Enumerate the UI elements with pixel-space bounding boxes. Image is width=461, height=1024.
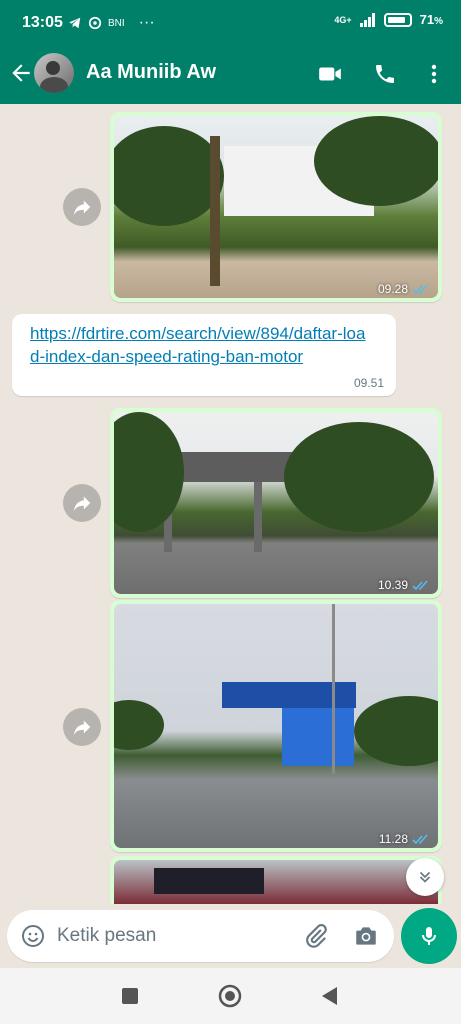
- forward-icon: [73, 720, 91, 736]
- status-time: 13:05: [22, 14, 63, 31]
- message-timestamp: 09.51: [353, 376, 384, 390]
- message-composer: [7, 910, 394, 962]
- message-timestamp: 09.28: [378, 282, 430, 296]
- square-icon: [122, 988, 138, 1004]
- back-button[interactable]: [8, 59, 34, 87]
- scroll-to-bottom-button[interactable]: [406, 858, 444, 896]
- triangle-back-icon: [322, 987, 337, 1005]
- photo-roadside-booth[interactable]: [114, 604, 438, 848]
- read-ticks-icon: [412, 833, 428, 844]
- image-message[interactable]: 10.39: [110, 408, 442, 598]
- network-type: 4G+: [334, 14, 352, 25]
- chat-header: Aa Muniib Aw: [0, 46, 461, 104]
- chevron-double-down-icon: [419, 871, 431, 883]
- camera-button[interactable]: [353, 923, 379, 949]
- voice-message-button[interactable]: [401, 908, 457, 964]
- more-options-button[interactable]: [420, 60, 448, 88]
- telegram-icon: [69, 17, 81, 29]
- attach-button[interactable]: [303, 923, 329, 949]
- battery-icon: [383, 12, 412, 27]
- system-navigation-bar: [0, 968, 461, 1024]
- more-vertical-icon: [431, 64, 437, 84]
- image-message[interactable]: 09.28: [110, 112, 442, 302]
- signal-icon: [359, 12, 375, 27]
- microphone-icon: [422, 927, 436, 945]
- message-input[interactable]: [57, 921, 287, 951]
- emoji-button[interactable]: [21, 924, 45, 948]
- forward-button[interactable]: [63, 708, 101, 746]
- message-link[interactable]: https://fdrtire.com/search/view/894/daft…: [30, 322, 370, 368]
- back-nav-button[interactable]: [316, 982, 344, 1010]
- read-ticks-icon: [412, 579, 428, 590]
- status-bar: 13:05 BNI ··· 4G+ 71%: [0, 0, 461, 46]
- forward-button[interactable]: [63, 484, 101, 522]
- recent-apps-button[interactable]: [116, 982, 144, 1010]
- voice-call-button[interactable]: [371, 60, 399, 88]
- image-message[interactable]: 11.28: [110, 600, 442, 852]
- text-message[interactable]: https://fdrtire.com/search/view/894/daft…: [12, 314, 396, 396]
- paperclip-icon: [306, 924, 327, 948]
- more-notifications-icon: ···: [138, 14, 155, 31]
- photo-food-corner-banner[interactable]: [114, 860, 438, 904]
- status-notification-icons: BNI ···: [68, 14, 155, 32]
- avatar[interactable]: [34, 53, 74, 93]
- video-call-icon: [319, 67, 341, 81]
- emoji-icon: [22, 925, 44, 947]
- video-call-button[interactable]: [316, 60, 344, 88]
- sync-icon: [88, 16, 102, 30]
- circle-home-icon: [218, 984, 242, 1008]
- camera-icon: [356, 927, 376, 945]
- photo-campus-palm[interactable]: [114, 116, 438, 298]
- back-arrow-icon: [12, 64, 30, 82]
- battery-level: 71%: [419, 12, 443, 27]
- forward-icon: [73, 200, 91, 216]
- message-timestamp: 10.39: [378, 578, 430, 592]
- forward-icon: [73, 496, 91, 512]
- image-message[interactable]: [110, 856, 442, 904]
- status-system-icons: 4G+ 71%: [334, 12, 443, 27]
- phone-icon: [376, 65, 394, 83]
- contact-name[interactable]: Aa Muniib Aw: [86, 61, 216, 84]
- forward-button[interactable]: [63, 188, 101, 226]
- bank-notification-label: BNI: [108, 17, 125, 29]
- chat-messages[interactable]: 09.28 https://fdrtire.com/search/view/89…: [0, 104, 461, 904]
- read-ticks-icon: [412, 283, 428, 294]
- message-timestamp: 11.28: [379, 832, 430, 846]
- home-button[interactable]: [216, 982, 244, 1010]
- photo-skybridge[interactable]: [114, 412, 438, 594]
